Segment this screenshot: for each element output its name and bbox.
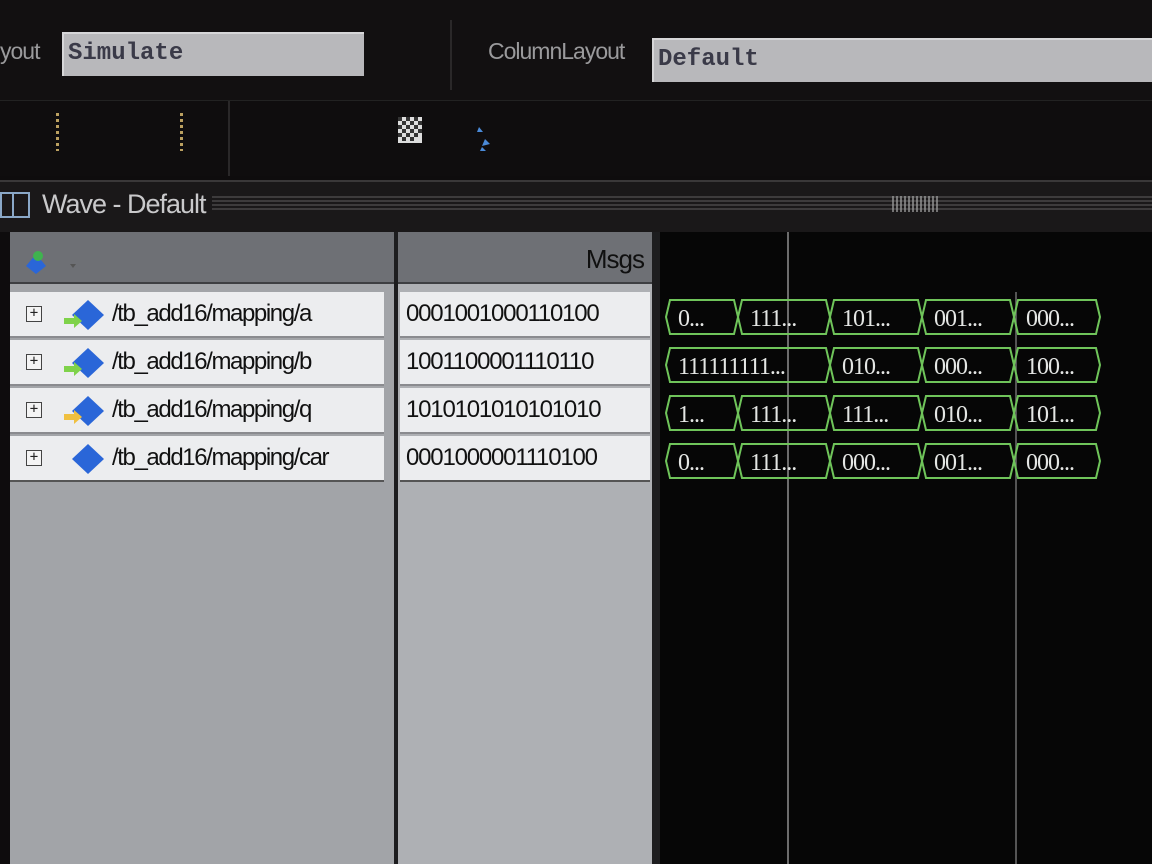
column-splitter[interactable]	[652, 232, 660, 864]
bus-segment-label: 101...	[842, 306, 890, 332]
values-column-header[interactable]: Msgs	[398, 232, 652, 284]
waveform-canvas[interactable]: 0... 111... 101... 001... 000... 111111111...…	[660, 232, 1152, 864]
layout-toolbar: yout Simulate ColumnLayout Default	[0, 0, 1152, 100]
tool-row	[0, 100, 1152, 176]
column-layout-select[interactable]: Default	[652, 38, 1152, 82]
bus-segment-label: 001...	[934, 306, 982, 332]
checker-icon[interactable]	[398, 117, 422, 150]
signal-row[interactable]: + /tb_add16/mapping/b	[10, 340, 384, 386]
msgs-header-label: Msgs	[585, 244, 645, 274]
bus-segment-label: 111...	[750, 450, 796, 476]
bus-segment-label: 100...	[1026, 354, 1074, 380]
signal-name: /tb_add16/mapping/car	[112, 444, 330, 471]
signal-name: /tb_add16/mapping/a	[112, 300, 312, 327]
bus-segment-label: 0...	[678, 450, 704, 476]
bus-segment-label: 0...	[678, 306, 704, 332]
wave-tool-icon[interactable]	[22, 244, 82, 276]
wave-window-title: Wave - Default	[42, 189, 207, 219]
signal-name: /tb_add16/mapping/q	[112, 396, 312, 423]
signal-value-cell[interactable]: 1001100001110110	[400, 340, 650, 386]
signal-row[interactable]: + /tb_add16/mapping/car	[10, 436, 384, 482]
layout-select[interactable]: Simulate	[62, 32, 364, 76]
signal-value: 1010101010101010	[406, 396, 602, 423]
bus-segment-label: 111111111...	[678, 354, 785, 380]
signal-value-cell[interactable]: 0001001000110100	[400, 292, 650, 338]
layout-label: yout	[0, 38, 40, 64]
expand-plus-icon[interactable]: +	[26, 354, 42, 370]
bus-segment-label: 000...	[842, 450, 890, 476]
signal-value: 0001000001110100	[406, 444, 598, 471]
signal-diamond-icon	[64, 396, 104, 426]
signal-name: /tb_add16/mapping/b	[112, 348, 312, 375]
toolbar-separator	[228, 101, 230, 176]
expand-plus-icon[interactable]: +	[26, 402, 42, 418]
signal-diamond-icon	[72, 444, 104, 474]
bus-segment-label: 001...	[934, 450, 982, 476]
titlebar-grip[interactable]	[212, 196, 1152, 210]
expand-plus-icon[interactable]: +	[26, 306, 42, 322]
wave-window-titlebar[interactable]: Wave - Default	[0, 180, 1152, 232]
signal-row[interactable]: + /tb_add16/mapping/a	[10, 292, 384, 338]
grip-handle-icon[interactable]	[892, 196, 938, 212]
signal-value: 1001100001110110	[406, 348, 594, 375]
signal-diamond-icon	[64, 300, 104, 330]
signal-value: 0001001000110100	[406, 300, 600, 327]
toolbar-handle[interactable]	[180, 113, 183, 151]
bus-segment-label: 111...	[842, 402, 888, 428]
sort-arrows-icon[interactable]	[474, 125, 492, 160]
bus-segment-label: 010...	[934, 402, 982, 428]
expand-plus-icon[interactable]: +	[26, 450, 42, 466]
signal-value-cell[interactable]: 0001000001110100	[400, 436, 650, 482]
window-icon	[0, 192, 30, 218]
bus-segment-label: 010...	[842, 354, 890, 380]
bus-segment-label: 1...	[678, 402, 704, 428]
column-layout-label: ColumnLayout	[488, 38, 625, 64]
column-splitter[interactable]	[394, 232, 398, 864]
bus-segment-label: 000...	[934, 354, 982, 380]
toolbar-handle[interactable]	[56, 113, 59, 151]
bus-segment-label: 000...	[1026, 306, 1074, 332]
bus-segment-label: 111...	[750, 402, 796, 428]
bus-segment-label: 101...	[1026, 402, 1074, 428]
bus-segment-label: 111...	[750, 306, 796, 332]
signal-diamond-icon	[64, 348, 104, 378]
signal-value-cell[interactable]: 1010101010101010	[400, 388, 650, 434]
toolbar-separator	[450, 20, 452, 90]
bus-segment-label: 000...	[1026, 450, 1074, 476]
signal-row[interactable]: + /tb_add16/mapping/q	[10, 388, 384, 434]
